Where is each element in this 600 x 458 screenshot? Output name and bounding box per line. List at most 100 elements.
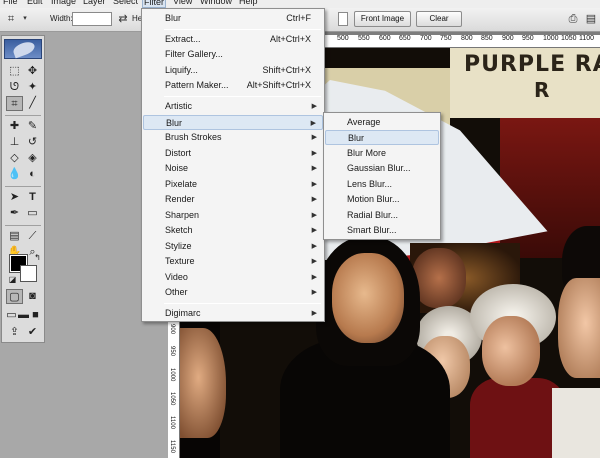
menu-file[interactable]: File — [3, 0, 18, 8]
menu-item-liquify[interactable]: Liquify... Shift+Ctrl+X — [143, 63, 323, 78]
brush-tool-icon[interactable]: ✎ — [24, 119, 41, 134]
dodge-tool-icon[interactable]: ◐ — [24, 167, 41, 182]
history-brush-tool-icon[interactable]: ↺ — [24, 135, 41, 150]
ruler-label: 1050 — [561, 35, 577, 42]
notes-tool-icon[interactable]: ▤ — [6, 229, 23, 244]
menu-item-label: Sketch — [165, 225, 193, 235]
menu-item-noise[interactable]: Noise ▶ — [143, 161, 323, 176]
ruler-label: 750 — [440, 35, 452, 42]
blur-tool-icon[interactable]: 💧 — [6, 167, 23, 182]
standard-mode-icon[interactable]: ▢ — [6, 289, 23, 304]
menu-item-extract[interactable]: Extract... Alt+Ctrl+X — [143, 32, 323, 47]
menu-item-render[interactable]: Render ▶ — [143, 192, 323, 207]
submenu-item-gaussian-blur[interactable]: Gaussian Blur... — [325, 161, 439, 176]
menu-item-label: Brush Strokes — [165, 132, 222, 142]
right-woman-collar — [552, 388, 600, 458]
swap-icon[interactable]: ⇄ — [116, 12, 130, 26]
menu-item-filter-gallery[interactable]: Filter Gallery... — [143, 47, 323, 62]
menu-item-pixelate[interactable]: Pixelate ▶ — [143, 177, 323, 192]
menu-item-pattern-maker[interactable]: Pattern Maker... Alt+Shift+Ctrl+X — [143, 78, 323, 93]
crop-icon[interactable]: ⌗ — [4, 12, 18, 26]
paint-bucket-tool-icon[interactable]: ◈ — [24, 151, 41, 166]
submenu-arrow-icon: ▶ — [311, 227, 317, 234]
menu-item-digimarc[interactable]: Digimarc ▶ — [143, 306, 323, 321]
pen-tool-icon[interactable]: ✒ — [6, 206, 23, 221]
submenu-item-lens-blur[interactable]: Lens Blur... — [325, 177, 439, 192]
menu-filter[interactable]: Filter — [142, 0, 166, 8]
submenu-arrow-icon: ▶ — [311, 274, 317, 281]
submenu-item-radial-blur[interactable]: Radial Blur... — [325, 208, 439, 223]
menu-image[interactable]: Image — [51, 0, 76, 8]
menu-window[interactable]: Window — [200, 0, 232, 8]
submenu-item-smart-blur[interactable]: Smart Blur... — [325, 223, 439, 238]
submenu-arrow-icon: ▶ — [311, 165, 317, 172]
submenu-item-motion-blur[interactable]: Motion Blur... — [325, 192, 439, 207]
submenu-item-average[interactable]: Average — [325, 115, 439, 130]
menu-item-blur[interactable]: Blur ▶ — [143, 115, 323, 130]
healing-brush-tool-icon[interactable]: ✚ — [6, 119, 23, 134]
menu-item-texture[interactable]: Texture ▶ — [143, 254, 323, 269]
menu-item-label: Pixelate — [165, 179, 198, 189]
resolution-unit-select[interactable] — [338, 12, 348, 26]
tools-divider — [5, 186, 41, 187]
marquee-tool-icon[interactable]: ⬚ — [6, 64, 23, 79]
ruler-label: 600 — [379, 35, 391, 42]
menu-item-sketch[interactable]: Sketch ▶ — [143, 223, 323, 238]
menu-item-distort[interactable]: Distort ▶ — [143, 146, 323, 161]
menu-item-stylize[interactable]: Stylize ▶ — [143, 239, 323, 254]
menu-edit[interactable]: Edit — [27, 0, 43, 8]
front-image-button[interactable]: Front Image — [354, 11, 411, 27]
crop-tool-icon[interactable]: ⌗ — [6, 96, 23, 111]
menu-item-label: Other — [165, 287, 188, 297]
menu-item-sharpen[interactable]: Sharpen ▶ — [143, 208, 323, 223]
clear-button[interactable]: Clear — [416, 11, 462, 27]
screen-mode-full-icon[interactable]: ■ — [27, 308, 44, 323]
menu-item-label: Digimarc — [165, 308, 201, 318]
path-selection-tool-icon[interactable]: ➤ — [6, 190, 23, 205]
menu-item-other[interactable]: Other ▶ — [143, 285, 323, 300]
slice-tool-icon[interactable]: ╱ — [24, 96, 41, 111]
background-color-swatch[interactable] — [20, 265, 37, 282]
menu-item-label: Gaussian Blur... — [347, 163, 411, 173]
imageready-check-icon[interactable]: ✔ — [24, 325, 41, 340]
jump-to-imageready-icon[interactable]: ⇪ — [6, 325, 23, 340]
menu-layer[interactable]: Layer — [83, 0, 106, 8]
submenu-arrow-icon: ▶ — [311, 258, 317, 265]
ruler-label: 900 — [169, 324, 175, 335]
ruler-label: 950 — [522, 35, 534, 42]
clone-stamp-tool-icon[interactable]: ⊥ — [6, 135, 23, 150]
ruler-label: 1150 — [169, 440, 175, 453]
palette-well-icon[interactable]: ▤ — [584, 12, 598, 26]
menu-view[interactable]: View — [173, 0, 192, 8]
submenu-item-blur[interactable]: Blur — [325, 130, 439, 145]
chevron-down-icon[interactable]: ▾ — [18, 12, 32, 26]
shape-tool-icon[interactable]: ▭ — [24, 206, 41, 221]
menu-item-label: Radial Blur... — [347, 210, 399, 220]
submenu-arrow-icon: ▶ — [311, 289, 317, 296]
lasso-tool-icon[interactable]: ᘎ — [6, 80, 23, 95]
menu-item-brush-strokes[interactable]: Brush Strokes ▶ — [143, 130, 323, 145]
menu-select[interactable]: Select — [113, 0, 138, 8]
submenu-item-blur-more[interactable]: Blur More — [325, 146, 439, 161]
menu-item-last-filter[interactable]: Blur Ctrl+F — [143, 11, 323, 26]
eraser-tool-icon[interactable]: ◇ — [6, 151, 23, 166]
magic-wand-tool-icon[interactable]: ✦ — [24, 80, 41, 95]
menu-item-label: Pattern Maker... — [165, 80, 229, 90]
printer-icon[interactable]: ⎙ — [566, 12, 580, 26]
default-colors-icon[interactable]: ◪ — [4, 272, 21, 287]
move-tool-icon[interactable]: ✥ — [24, 64, 41, 79]
width-field[interactable] — [72, 12, 112, 26]
menu-help[interactable]: Help — [239, 0, 258, 8]
menu-item-label: Texture — [165, 256, 195, 266]
left-person-face — [180, 328, 226, 438]
quick-mask-icon[interactable]: ◙ — [24, 289, 41, 304]
menu-item-video[interactable]: Video ▶ — [143, 270, 323, 285]
swap-colors-icon[interactable]: ↰ — [29, 250, 46, 265]
background-person — [412, 248, 466, 308]
menu-item-artistic[interactable]: Artistic ▶ — [143, 99, 323, 114]
menu-item-label: Average — [347, 117, 381, 127]
eyedropper-tool-icon[interactable]: ⟋ — [24, 229, 41, 244]
menu-item-label: Noise — [165, 163, 189, 173]
marquee-text: PURPLE RA — [464, 52, 600, 77]
type-tool-icon[interactable]: T — [24, 190, 41, 205]
